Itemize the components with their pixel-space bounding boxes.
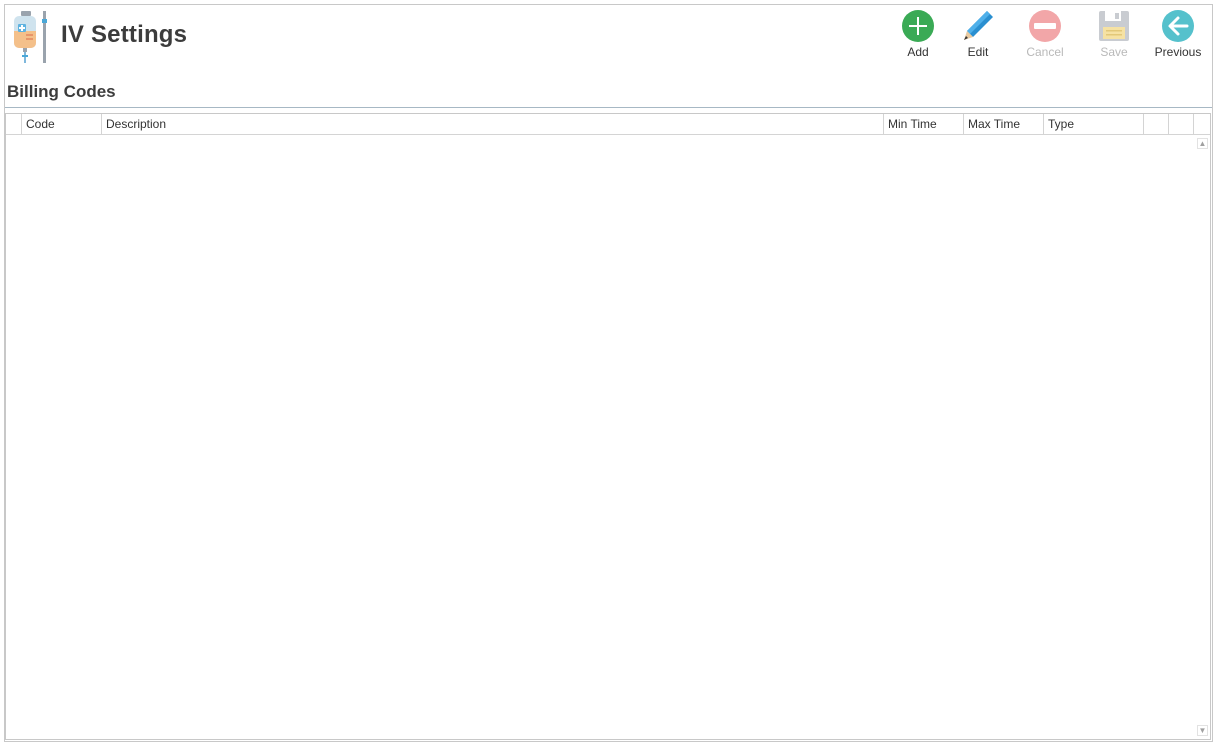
iv-settings-window: IV Settings Add Edit Cancel Save Previou…	[4, 4, 1213, 742]
column-header-code[interactable]: Code	[22, 114, 102, 134]
save-label: Save	[1100, 45, 1128, 59]
section-divider	[5, 107, 1212, 108]
previous-label: Previous	[1154, 45, 1202, 59]
pencil-icon	[964, 11, 993, 40]
grid-body[interactable]: ▲ ▼	[6, 135, 1210, 739]
column-header-min-time[interactable]: Min Time	[884, 114, 964, 134]
add-icon	[902, 10, 934, 42]
cancel-icon	[1029, 10, 1061, 42]
edit-button[interactable]: Edit	[948, 7, 1008, 67]
iv-bag-icon	[11, 9, 51, 65]
section-title: Billing Codes	[7, 82, 116, 101]
floppy-disk-icon	[1099, 11, 1129, 41]
edit-label: Edit	[967, 45, 989, 59]
column-header-description[interactable]: Description	[102, 114, 884, 134]
scroll-up-icon[interactable]: ▲	[1197, 138, 1208, 149]
scroll-down-icon[interactable]: ▼	[1197, 725, 1208, 736]
column-header-extra-2[interactable]	[1169, 114, 1194, 134]
billing-codes-grid[interactable]: Code Description Min Time Max Time Type …	[5, 113, 1211, 740]
previous-button[interactable]: Previous	[1148, 7, 1208, 67]
cancel-label: Cancel	[1026, 45, 1064, 59]
grid-header: Code Description Min Time Max Time Type	[6, 114, 1210, 135]
add-button[interactable]: Add	[888, 7, 948, 67]
add-label: Add	[907, 45, 929, 59]
column-header-type[interactable]: Type	[1044, 114, 1144, 134]
save-button[interactable]: Save	[1084, 7, 1144, 67]
toolbar: Add Edit Cancel Save Previous	[888, 7, 1208, 67]
page-title: IV Settings	[61, 21, 188, 48]
row-selector-header[interactable]	[6, 114, 22, 134]
column-header-max-time[interactable]: Max Time	[964, 114, 1044, 134]
column-header-extra-1[interactable]	[1144, 114, 1169, 134]
arrow-left-icon	[1162, 10, 1194, 42]
vertical-scrollbar[interactable]: ▲ ▼	[1193, 135, 1210, 739]
cancel-button[interactable]: Cancel	[1015, 7, 1075, 67]
